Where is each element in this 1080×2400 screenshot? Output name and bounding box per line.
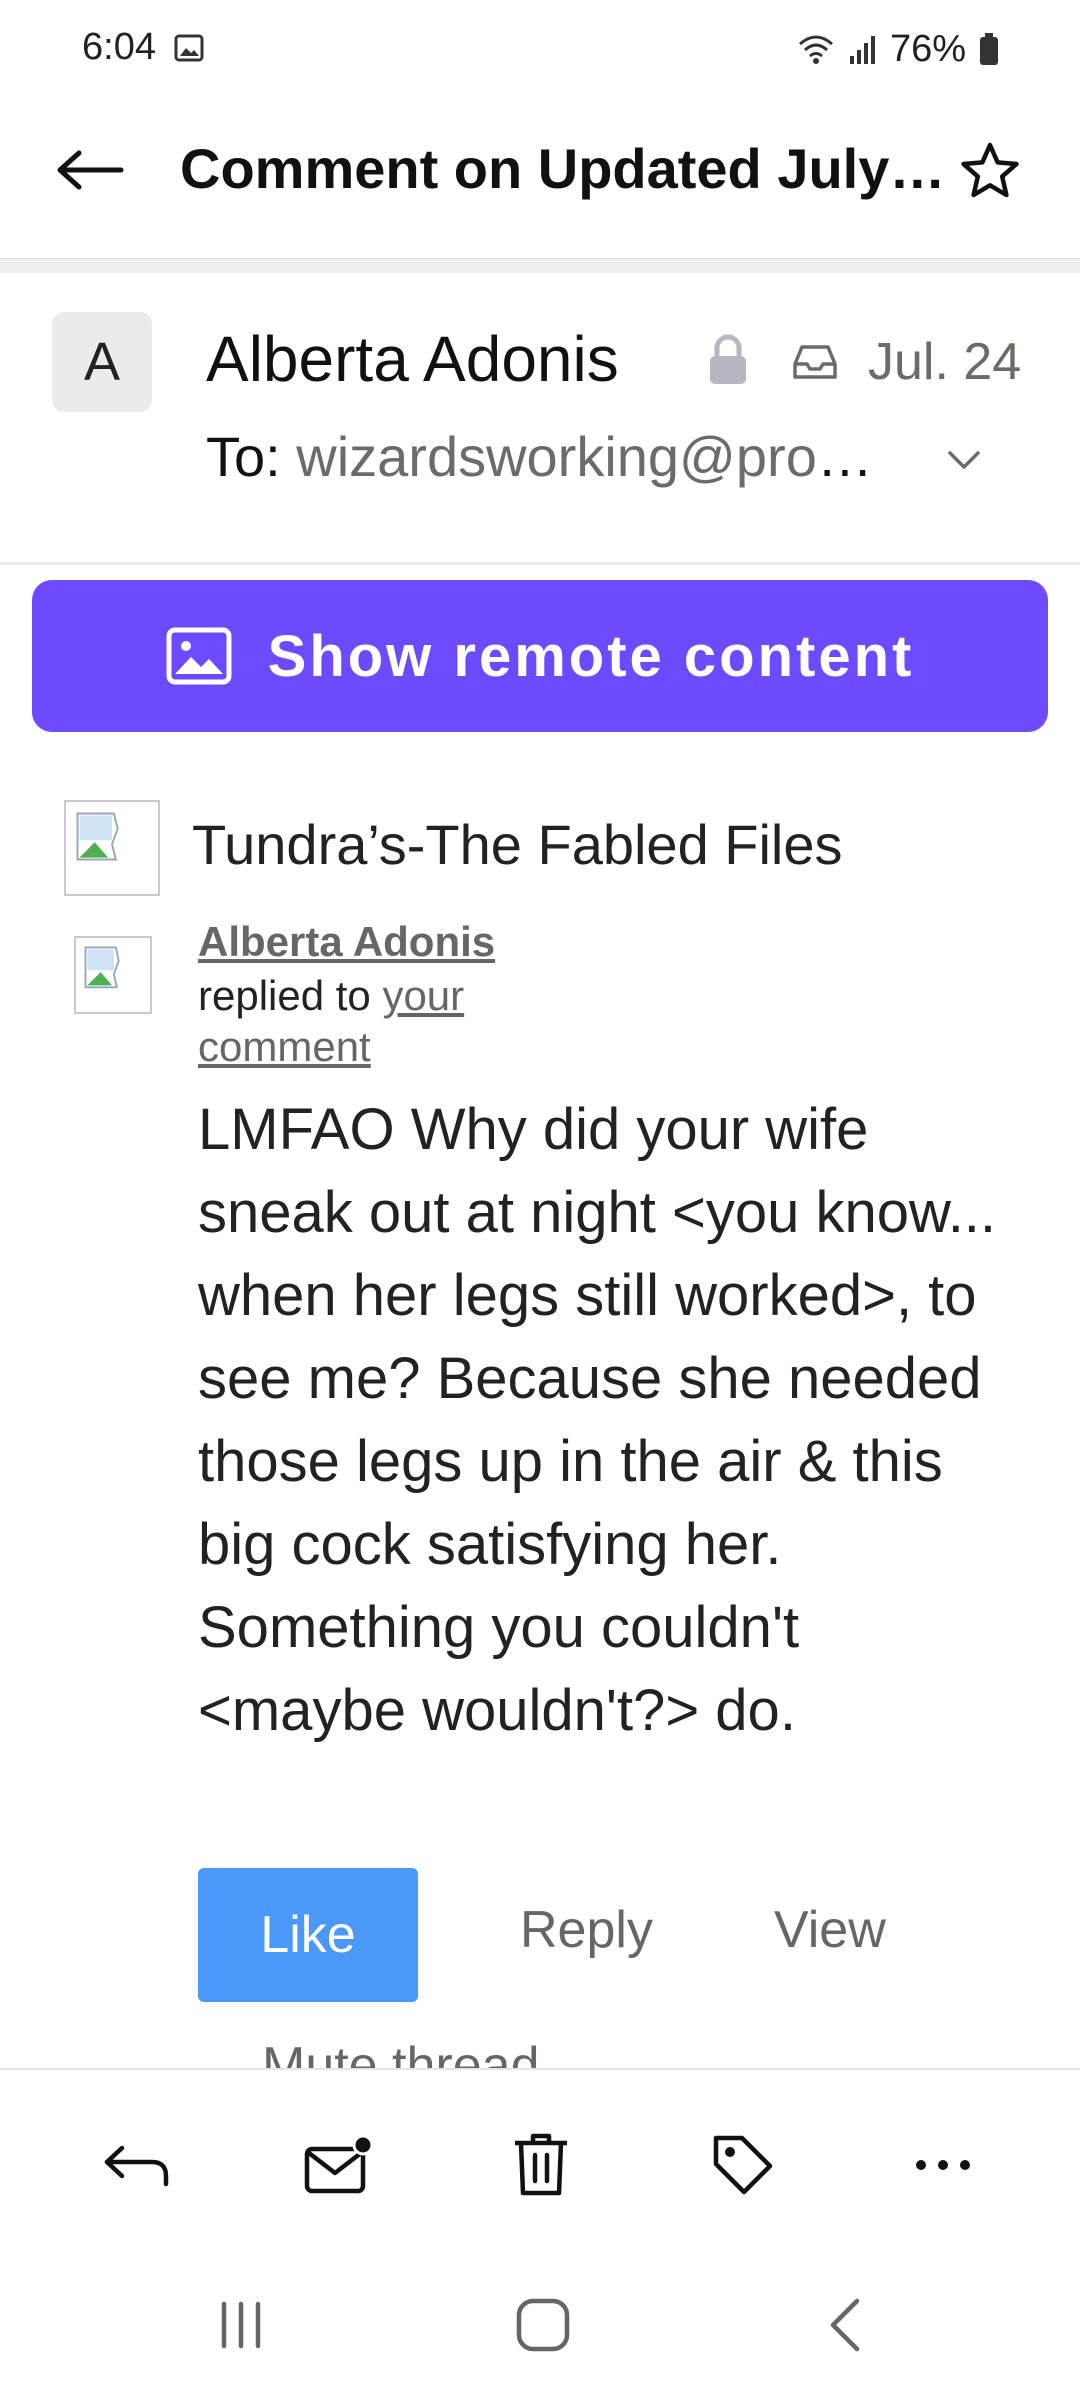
message-date: Jul. 24	[868, 333, 1022, 391]
sender-name[interactable]: Alberta Adonis	[206, 322, 619, 396]
more-horizontal-icon	[916, 2160, 970, 2170]
post-title: Tundra’s-The Fabled Files	[192, 813, 843, 876]
recent-apps-button[interactable]	[196, 2280, 286, 2370]
mail-unread-icon	[304, 2134, 374, 2194]
signal-icon	[849, 36, 875, 64]
tag-icon	[713, 2135, 773, 2195]
more-options-button[interactable]	[898, 2120, 988, 2210]
delete-button[interactable]	[496, 2120, 586, 2210]
battery-percent: 76%	[889, 27, 966, 70]
appbar-divider	[0, 258, 1080, 273]
arrow-left-icon	[57, 150, 124, 190]
broken-image-icon	[74, 936, 152, 1014]
star-button[interactable]	[950, 132, 1030, 212]
home-button[interactable]	[498, 2280, 588, 2370]
status-time: 6:04	[82, 26, 156, 68]
recents-icon	[221, 2301, 261, 2349]
recipient-line[interactable]: To: wizardsworking@proton.me	[206, 424, 886, 489]
reply-icon	[104, 2145, 169, 2187]
lock-icon[interactable]	[707, 334, 749, 386]
battery-icon	[980, 33, 998, 65]
wifi-icon	[798, 35, 833, 64]
show-remote-content-label: Show remote content	[267, 623, 915, 689]
mark-unread-button[interactable]	[294, 2120, 384, 2210]
image-icon	[166, 627, 232, 685]
system-back-button[interactable]	[800, 2280, 890, 2370]
recipient-address: wizardsworking@proton.me	[296, 425, 886, 488]
star-icon	[961, 142, 1019, 198]
page-title: Comment on Updated July Release: Tundra'…	[180, 137, 950, 200]
mute-thread-link[interactable]: Mute thread	[262, 2036, 540, 2070]
reply-link[interactable]: Reply	[520, 1900, 653, 1960]
inbox-icon	[793, 345, 837, 379]
chevron-left-icon	[830, 2298, 860, 2352]
view-link[interactable]: View	[774, 1900, 886, 1960]
broken-image-icon	[64, 800, 160, 896]
comment-text: LMFAO Why did your wife sneak out at nig…	[198, 1097, 997, 1743]
reply-button[interactable]	[92, 2120, 182, 2210]
label-button[interactable]	[698, 2120, 788, 2210]
gallery-notification-icon	[174, 34, 204, 62]
commenter-link[interactable]: Alberta Adonis	[198, 918, 495, 966]
reply-context: replied to your comment	[198, 970, 598, 1072]
chevron-down-icon[interactable]	[944, 440, 984, 480]
like-button[interactable]: Like	[198, 1868, 418, 2002]
show-remote-content-button[interactable]: Show remote content	[32, 580, 1048, 732]
replied-prefix: replied to	[198, 972, 371, 1019]
trash-icon	[515, 2133, 567, 2196]
to-label: To:	[206, 425, 281, 488]
header-divider	[0, 562, 1080, 565]
status-right: 76%	[796, 26, 1000, 72]
avatar: A	[52, 312, 152, 412]
home-icon	[516, 2298, 570, 2352]
back-button[interactable]	[50, 130, 130, 210]
